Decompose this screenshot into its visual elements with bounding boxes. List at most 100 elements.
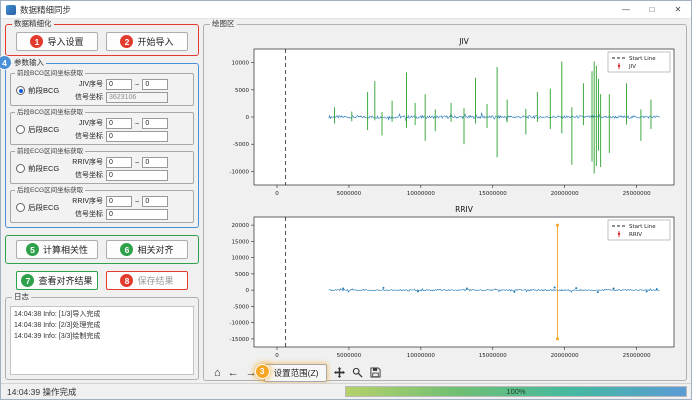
svg-text:JIV: JIV: [458, 37, 469, 46]
compute-correlation-button[interactable]: 5 计算相关性: [16, 240, 98, 259]
section-title: 前段ECG区间坐标获取: [15, 147, 85, 156]
correlation-align-label: 相关对齐: [137, 243, 173, 256]
param-group-title: 参数输入: [12, 58, 46, 68]
bcg-front-section: 前段BCG区间坐标获取 前段BCG JIV序号 ~: [10, 73, 194, 106]
seq-from-input[interactable]: [106, 157, 132, 168]
save-icon[interactable]: [370, 367, 381, 378]
radio-front-ecg[interactable]: 前段ECG: [13, 163, 65, 174]
coord-input[interactable]: [106, 209, 168, 220]
radio-back-bcg[interactable]: 后段BCG: [13, 124, 65, 135]
start-import-button[interactable]: 2 开始导入: [106, 32, 188, 51]
app-icon: [6, 5, 16, 15]
svg-text:10000000: 10000000: [407, 353, 435, 359]
log-list[interactable]: 14:04:38 Info: [1/3]导入完成 14:04:38 Info: …: [10, 306, 194, 375]
home-icon[interactable]: ⌂: [214, 366, 221, 380]
svg-text:5000000: 5000000: [337, 353, 362, 359]
radio-label: 前段ECG: [28, 163, 59, 174]
svg-text:-10000: -10000: [230, 321, 250, 327]
seq-to-input[interactable]: [142, 157, 168, 168]
svg-text:-15000: -15000: [230, 337, 250, 343]
seq-from-input[interactable]: [106, 196, 132, 207]
seq-from-input[interactable]: [106, 79, 132, 90]
correlation-align-button[interactable]: 6 相关对齐: [106, 240, 188, 259]
seq-label: JIV序号: [65, 118, 103, 128]
zoom-icon[interactable]: [352, 367, 363, 378]
svg-text:10000: 10000: [232, 256, 250, 262]
svg-text:10000: 10000: [232, 61, 250, 67]
view-align-result-label: 查看对齐结果: [38, 274, 92, 287]
step-marker-5: 5: [26, 243, 39, 256]
step-marker-3: 3: [256, 365, 269, 378]
app-window: 数据精细同步 — □ ✕ 数据精细化 1 导入设置 2 开始导入: [0, 0, 692, 400]
svg-text:10000000: 10000000: [407, 191, 435, 197]
ecg-front-section: 前段ECG区间坐标获取 前段ECG RRIV序号 ~: [10, 151, 194, 184]
log-line: 14:04:39 Info: [3/3]绘制完成: [14, 331, 190, 341]
step-marker-1: 1: [30, 35, 43, 48]
radio-back-ecg[interactable]: 后段ECG: [13, 202, 65, 213]
status-text: 14:04:39 操作完成: [7, 386, 76, 398]
view-align-result-button[interactable]: 7 查看对齐结果: [16, 271, 98, 290]
coord-input[interactable]: [106, 92, 168, 103]
set-range-label: 设置范围(Z): [274, 368, 319, 378]
forward-icon[interactable]: →: [246, 366, 257, 380]
back-icon[interactable]: ←: [228, 366, 239, 380]
svg-text:Start Line: Start Line: [629, 56, 656, 62]
statusbar: 14:04:39 操作完成 100%: [1, 383, 691, 399]
seq-to-input[interactable]: [142, 79, 168, 90]
seq-label: RRIV序号: [65, 157, 103, 167]
radio-label: 后段BCG: [28, 124, 59, 135]
save-result-button[interactable]: 8 保存结果: [106, 271, 188, 290]
radio-icon[interactable]: [16, 125, 25, 134]
bcg-back-section: 后段BCG区间坐标获取 后段BCG JIV序号 ~: [10, 112, 194, 145]
coord-label: 信号坐标: [65, 170, 103, 180]
radio-front-bcg[interactable]: 前段BCG: [13, 85, 65, 96]
plot-group-title: 绘图区: [210, 19, 237, 29]
result-row: 7 查看对齐结果 8 保存结果: [5, 271, 199, 290]
coord-label: 信号坐标: [65, 131, 103, 141]
save-result-label: 保存结果: [137, 274, 173, 287]
left-panel: 数据精细化 1 导入设置 2 开始导入 参数输入 4: [3, 19, 201, 383]
step-marker-7: 7: [21, 274, 34, 287]
tilde-label: ~: [135, 80, 139, 89]
radio-icon[interactable]: [16, 203, 25, 212]
compute-group: 5 计算相关性 6 相关对齐: [5, 235, 199, 264]
minimize-button[interactable]: —: [613, 1, 639, 18]
radio-label: 后段ECG: [28, 202, 59, 213]
svg-text:5000: 5000: [235, 88, 249, 94]
seq-from-input[interactable]: [106, 118, 132, 129]
section-title: 前段BCG区间坐标获取: [15, 69, 85, 78]
svg-text:0: 0: [246, 288, 250, 294]
svg-text:0: 0: [275, 191, 279, 197]
import-settings-button[interactable]: 1 导入设置: [16, 32, 98, 51]
radio-icon[interactable]: [16, 164, 25, 173]
step-marker-2: 2: [120, 35, 133, 48]
seq-to-input[interactable]: [142, 118, 168, 129]
tilde-label: ~: [135, 197, 139, 206]
pan-icon[interactable]: [334, 367, 345, 378]
svg-text:20000000: 20000000: [551, 191, 579, 197]
svg-text:20000: 20000: [232, 223, 250, 229]
window-controls: — □ ✕: [613, 1, 691, 18]
right-panel: 绘图区 JIV050000001000000015000000200000002…: [203, 19, 687, 383]
param-group: 参数输入 4 前段BCG区间坐标获取 前段BCG JIV序号: [5, 63, 199, 228]
seq-to-input[interactable]: [142, 196, 168, 207]
svg-text:RRIV: RRIV: [629, 232, 642, 238]
start-import-label: 开始导入: [137, 35, 173, 48]
set-range-button[interactable]: 3 设置范围(Z): [264, 364, 327, 382]
plot-group: 绘图区 JIV050000001000000015000000200000002…: [203, 24, 687, 381]
step-marker-6: 6: [120, 243, 133, 256]
radio-icon[interactable]: [16, 86, 25, 95]
svg-text:0: 0: [246, 115, 250, 121]
coord-input[interactable]: [106, 131, 168, 142]
coord-input[interactable]: [106, 170, 168, 181]
svg-text:5000: 5000: [235, 272, 249, 278]
coord-label: 信号坐标: [65, 92, 103, 102]
tilde-label: ~: [135, 119, 139, 128]
maximize-button[interactable]: □: [639, 1, 665, 18]
rriv-chart[interactable]: RRIV050000001000000015000000200000002500…: [208, 201, 682, 361]
jiv-chart[interactable]: JIV0500000010000000150000002000000025000…: [208, 33, 682, 199]
plot-toolbar: ⌂ ← → 3 设置范围(Z): [208, 361, 684, 381]
close-button[interactable]: ✕: [665, 1, 691, 18]
svg-text:20000000: 20000000: [551, 353, 579, 359]
svg-text:15000: 15000: [232, 239, 250, 245]
